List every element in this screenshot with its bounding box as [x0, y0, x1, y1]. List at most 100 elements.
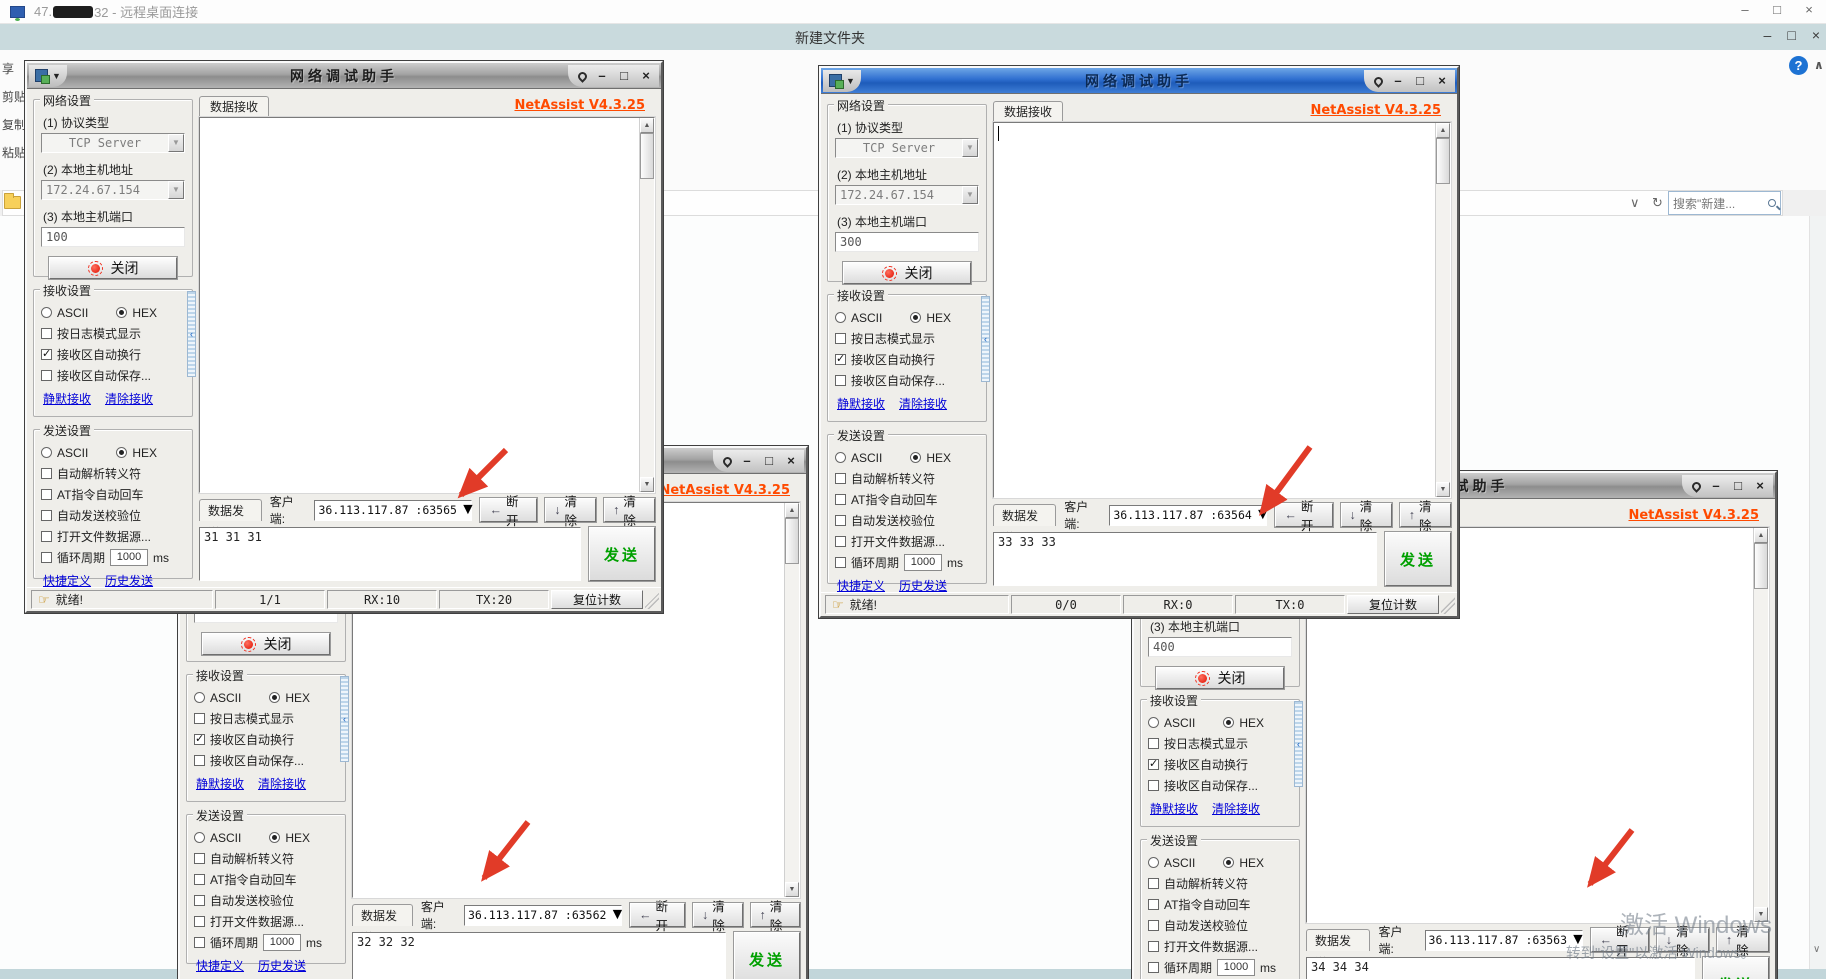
tab-data-receive[interactable]: 数据接收 — [993, 101, 1063, 122]
hex-radio[interactable] — [116, 447, 127, 458]
minimize-button[interactable]: – — [595, 66, 609, 86]
client-select[interactable]: 36.113.117.87 :63564 ▼ — [1109, 505, 1267, 526]
hex-radio[interactable] — [1223, 857, 1234, 868]
auto-checksum-checkbox[interactable] — [835, 515, 846, 526]
ribbon-collapse-icon[interactable]: ∧ — [1814, 58, 1824, 72]
ascii-radio[interactable] — [1148, 857, 1159, 868]
auto-save-checkbox[interactable] — [835, 375, 846, 386]
scroll-down-icon[interactable]: ▼ — [640, 477, 654, 492]
chevron-down-icon[interactable]: ▼ — [962, 139, 978, 157]
port-input[interactable]: 100 — [41, 227, 185, 247]
log-mode-checkbox[interactable] — [41, 328, 52, 339]
clear-receive-button[interactable]: ↓ 清除 — [545, 498, 596, 522]
hex-radio[interactable] — [1223, 717, 1234, 728]
silent-receive-link[interactable]: 静默接收 — [837, 395, 885, 412]
auto-save-checkbox[interactable] — [41, 370, 52, 381]
auto-escape-checkbox[interactable] — [41, 468, 52, 479]
reset-count-button[interactable]: 复位计数 — [1347, 595, 1439, 614]
send-input[interactable]: 31 31 31 — [199, 527, 581, 581]
ascii-radio[interactable] — [41, 447, 52, 458]
silent-receive-link[interactable]: 静默接收 — [43, 390, 91, 407]
hex-radio[interactable] — [269, 692, 280, 703]
send-button[interactable]: 发送 — [1385, 532, 1451, 586]
explorer-close-button[interactable]: × — [1812, 27, 1820, 43]
clear-receive-link[interactable]: 清除接收 — [258, 775, 306, 792]
close-button[interactable]: × — [639, 66, 653, 86]
send-input[interactable]: 34 34 34 — [1306, 957, 1695, 979]
port-input[interactable]: 400 — [1148, 637, 1292, 657]
client-select[interactable]: 36.113.117.87 :63562 ▼ — [464, 905, 622, 926]
receive-scrollbar[interactable]: ▲ ▼ — [639, 118, 654, 492]
log-mode-checkbox[interactable] — [835, 333, 846, 344]
netassist-version-link[interactable]: NetAssist V4.3.25 — [1628, 508, 1759, 523]
client-select[interactable]: 36.113.117.87 :63565 ▼ — [314, 500, 472, 521]
loop-period-input[interactable]: 1000 — [110, 549, 148, 566]
clear-receive-button[interactable]: ↓ 清除 — [693, 903, 742, 927]
netassist-version-link[interactable]: NetAssist V4.3.25 — [1310, 103, 1441, 118]
pin-icon[interactable] — [721, 455, 734, 468]
scroll-down-icon[interactable]: ▼ — [785, 882, 799, 897]
auto-escape-checkbox[interactable] — [194, 853, 205, 864]
log-mode-checkbox[interactable] — [194, 713, 205, 724]
hex-radio[interactable] — [269, 832, 280, 843]
close-button[interactable]: × — [1753, 476, 1767, 496]
address-dropdown-icon[interactable]: ∨ — [1630, 195, 1640, 211]
tab-data-send[interactable]: 数据发送 — [993, 504, 1056, 526]
clear-receive-button[interactable]: ↓ 清除 — [1657, 928, 1709, 952]
hex-radio[interactable] — [910, 452, 921, 463]
explorer-scrollbar[interactable]: ∨ — [1809, 216, 1826, 969]
silent-receive-link[interactable]: 静默接收 — [196, 775, 244, 792]
auto-save-checkbox[interactable] — [1148, 780, 1159, 791]
protocol-select[interactable]: TCP Server ▼ — [41, 133, 185, 153]
pin-icon[interactable] — [1690, 480, 1703, 493]
port-input[interactable]: 300 — [835, 232, 979, 252]
resize-grip[interactable] — [1441, 595, 1455, 614]
clear-receive-link[interactable]: 清除接收 — [1212, 800, 1260, 817]
loop-checkbox[interactable] — [1148, 962, 1159, 973]
panel-collapse-handle[interactable]: ‹ — [187, 291, 196, 377]
clear-send-button[interactable]: ↑ 清除 — [751, 903, 800, 927]
scroll-down-icon[interactable]: ▼ — [1436, 482, 1450, 497]
loop-checkbox[interactable] — [194, 937, 205, 948]
tab-data-send[interactable]: 数据发送 — [1306, 929, 1370, 951]
close-button[interactable]: × — [1435, 71, 1449, 91]
send-input[interactable]: 32 32 32 — [352, 932, 726, 979]
file-source-checkbox[interactable] — [835, 536, 846, 547]
window-title-bar[interactable]: ▼ 网络调试助手 – □ × — [821, 68, 1457, 94]
pin-icon[interactable] — [576, 70, 589, 83]
resize-grip[interactable] — [645, 590, 659, 609]
clear-send-button[interactable]: ↑ 清除 — [1400, 503, 1451, 527]
disconnect-button[interactable]: ← 断开 — [1275, 503, 1332, 527]
quick-define-link[interactable]: 快捷定义 — [43, 572, 91, 589]
clear-receive-link[interactable]: 清除接收 — [105, 390, 153, 407]
minimize-button[interactable]: – — [1391, 71, 1405, 91]
close-connection-button[interactable]: 关闭 — [49, 257, 177, 279]
chevron-down-icon[interactable]: ▼ — [609, 906, 625, 924]
chevron-down-icon[interactable]: ▼ — [1255, 506, 1271, 524]
rdp-close-button[interactable]: × — [1800, 2, 1818, 17]
history-send-link[interactable]: 历史发送 — [258, 957, 306, 974]
auto-wrap-checkbox[interactable] — [41, 349, 52, 360]
at-cr-checkbox[interactable] — [835, 494, 846, 505]
minimize-button[interactable]: – — [1709, 476, 1723, 496]
send-button[interactable]: 发送 — [589, 527, 655, 581]
loop-checkbox[interactable] — [41, 552, 52, 563]
silent-receive-link[interactable]: 静默接收 — [1150, 800, 1198, 817]
loop-period-input[interactable]: 1000 — [263, 934, 301, 951]
loop-period-input[interactable]: 1000 — [1217, 959, 1255, 976]
maximize-button[interactable]: □ — [762, 451, 776, 471]
panel-collapse-handle[interactable]: ‹ — [340, 676, 349, 762]
receive-area[interactable]: ▲ ▼ — [993, 122, 1451, 498]
quick-define-link[interactable]: 快捷定义 — [837, 577, 885, 594]
tab-data-send[interactable]: 数据发送 — [352, 904, 413, 926]
scroll-up-icon[interactable]: ▲ — [1436, 123, 1450, 138]
quick-define-link[interactable]: 快捷定义 — [196, 957, 244, 974]
help-icon[interactable]: ? — [1789, 56, 1808, 75]
window-title-bar[interactable]: ▼ 网络调试助手 – □ × — [27, 63, 661, 89]
auto-checksum-checkbox[interactable] — [194, 895, 205, 906]
auto-wrap-checkbox[interactable] — [835, 354, 846, 365]
disconnect-button[interactable]: ← 断开 — [480, 498, 537, 522]
scroll-up-icon[interactable]: ▲ — [640, 118, 654, 133]
chevron-down-icon[interactable]: ▼ — [962, 186, 978, 204]
scroll-up-icon[interactable]: ▲ — [1754, 528, 1768, 543]
